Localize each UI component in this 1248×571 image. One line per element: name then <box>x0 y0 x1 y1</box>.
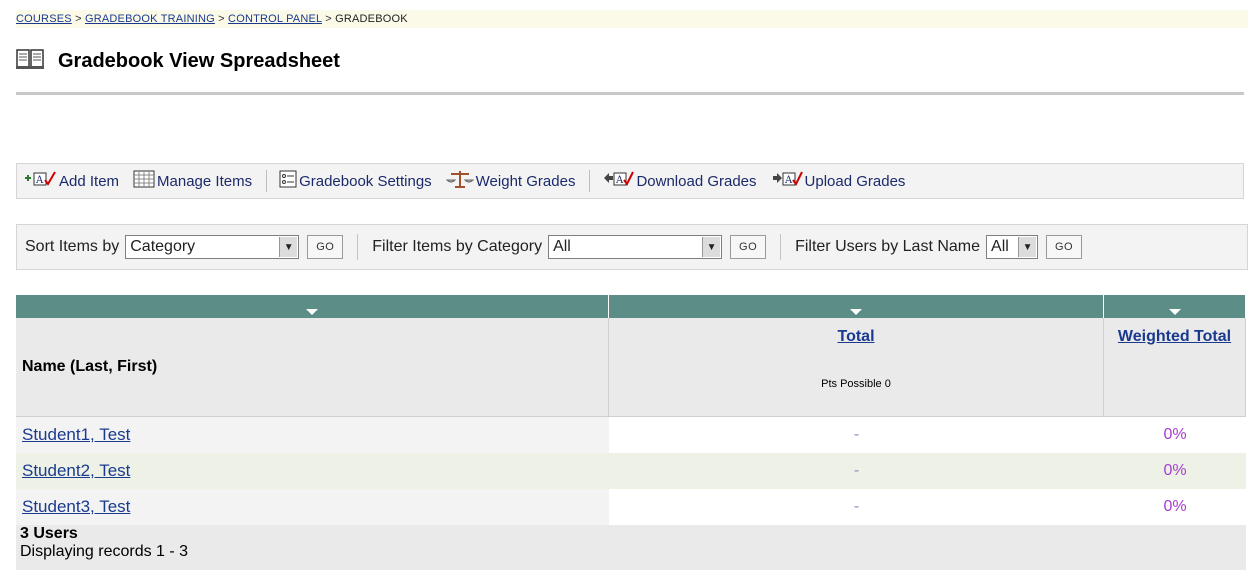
scale-icon <box>445 169 476 193</box>
weighted-cell[interactable]: 0% <box>1104 417 1246 453</box>
breadcrumb-current: GRADEBOOK <box>335 13 408 25</box>
table-row: Student2, Test - 0% <box>16 453 1246 489</box>
category-go-button[interactable]: GO <box>730 235 767 259</box>
chevron-down-icon: ▼ <box>279 237 298 257</box>
table-row: Student3, Test - 0% <box>16 489 1246 525</box>
action-bar: A Add Item Manage Items Gradebook Settin… <box>16 163 1244 199</box>
student-name-cell: Student2, Test <box>16 453 609 489</box>
download-grades-button[interactable]: A Download Grades <box>602 170 757 192</box>
category-select[interactable]: All ▼ <box>548 235 723 259</box>
users-filter-label: Filter Users by Last Name <box>795 238 981 255</box>
grid-footer: 3 Users Displaying records 1 - 3 <box>16 525 1246 570</box>
users-go-button[interactable]: GO <box>1046 235 1083 259</box>
chevron-down-icon: ▼ <box>702 237 721 257</box>
student-name-cell: Student3, Test <box>16 489 609 525</box>
add-item-icon: A <box>23 170 59 192</box>
points-possible: Pts Possible 0 <box>821 378 891 390</box>
filter-divider <box>357 234 359 260</box>
breadcrumb-separator: > <box>75 13 82 25</box>
upload-icon: A <box>771 170 805 192</box>
sort-select-value: Category <box>130 238 196 255</box>
gradebook-settings-label: Gradebook Settings <box>299 172 432 190</box>
manage-items-button[interactable]: Manage Items <box>133 170 252 192</box>
upload-grades-button[interactable]: A Upload Grades <box>771 170 906 192</box>
weighted-column-header: Weighted Total <box>1104 318 1246 416</box>
add-item-button[interactable]: A Add Item <box>23 170 119 192</box>
column-menu-bar <box>16 295 1246 318</box>
total-column-menu[interactable] <box>609 295 1104 318</box>
total-cell[interactable]: - <box>609 453 1104 489</box>
breadcrumb-separator: > <box>218 13 225 25</box>
grid-icon <box>133 170 157 192</box>
student-name-cell: Student1, Test <box>16 417 609 453</box>
name-column-menu[interactable] <box>16 295 609 318</box>
total-cell[interactable]: - <box>609 489 1104 525</box>
sort-label: Sort Items by <box>25 238 120 255</box>
breadcrumb: COURSES > GRADEBOOK TRAINING > CONTROL P… <box>16 10 1248 28</box>
toolbar-divider <box>589 170 591 192</box>
student-link[interactable]: Student1, Test <box>22 425 130 445</box>
breadcrumb-control-panel[interactable]: CONTROL PANEL <box>228 13 322 25</box>
users-select-value: All <box>991 238 1009 255</box>
gradebook-grid: Name (Last, First) Total Pts Possible 0 … <box>16 295 1246 570</box>
record-range: Displaying records 1 - 3 <box>20 543 189 560</box>
page-title: Gradebook View Spreadsheet <box>58 49 340 72</box>
svg-text:A: A <box>615 175 624 186</box>
filter-divider <box>780 234 782 260</box>
menu-arrow-icon <box>850 309 862 315</box>
student-link[interactable]: Student2, Test <box>22 461 130 481</box>
sort-select[interactable]: Category ▼ <box>125 235 300 259</box>
category-select-value: All <box>553 238 571 255</box>
weighted-total-link[interactable]: Weighted Total <box>1118 328 1231 345</box>
toolbar-divider <box>266 170 268 192</box>
settings-list-icon <box>279 170 299 192</box>
gradebook-settings-button[interactable]: Gradebook Settings <box>279 170 432 192</box>
manage-items-label: Manage Items <box>157 172 253 190</box>
weighted-cell[interactable]: 0% <box>1104 453 1246 489</box>
menu-arrow-icon <box>306 309 318 315</box>
download-grades-label: Download Grades <box>636 172 757 190</box>
column-header-row: Name (Last, First) Total Pts Possible 0 … <box>16 318 1246 417</box>
page-header: Gradebook View Spreadsheet <box>16 44 340 78</box>
category-filter-label: Filter Items by Category <box>372 238 543 255</box>
upload-grades-label: Upload Grades <box>804 172 906 190</box>
breadcrumb-gradebook-training[interactable]: GRADEBOOK TRAINING <box>85 13 215 25</box>
svg-text:A: A <box>784 175 793 186</box>
total-column-header: Total Pts Possible 0 <box>609 318 1104 416</box>
weighted-cell[interactable]: 0% <box>1104 489 1246 525</box>
user-count: 3 Users <box>20 525 78 542</box>
breadcrumb-courses[interactable]: COURSES <box>16 13 72 25</box>
add-item-label: Add Item <box>59 172 120 190</box>
sort-go-button[interactable]: GO <box>307 235 344 259</box>
total-cell[interactable]: - <box>609 417 1104 453</box>
student-link[interactable]: Student3, Test <box>22 497 130 517</box>
breadcrumb-separator: > <box>325 13 332 25</box>
svg-text:A: A <box>35 175 44 186</box>
chevron-down-icon: ▼ <box>1018 237 1037 257</box>
filter-bar: Sort Items by Category ▼ GO Filter Items… <box>16 224 1248 270</box>
users-select[interactable]: All ▼ <box>986 235 1039 259</box>
total-column-link[interactable]: Total <box>837 328 874 346</box>
weight-grades-label: Weight Grades <box>475 172 576 190</box>
book-icon <box>16 48 44 75</box>
title-divider <box>16 92 1244 95</box>
weighted-column-menu[interactable] <box>1104 295 1246 318</box>
download-icon: A <box>602 170 636 192</box>
table-row: Student1, Test - 0% <box>16 417 1246 453</box>
weight-grades-button[interactable]: Weight Grades <box>445 169 576 193</box>
menu-arrow-icon <box>1168 309 1181 315</box>
name-column-header: Name (Last, First) <box>16 318 609 416</box>
